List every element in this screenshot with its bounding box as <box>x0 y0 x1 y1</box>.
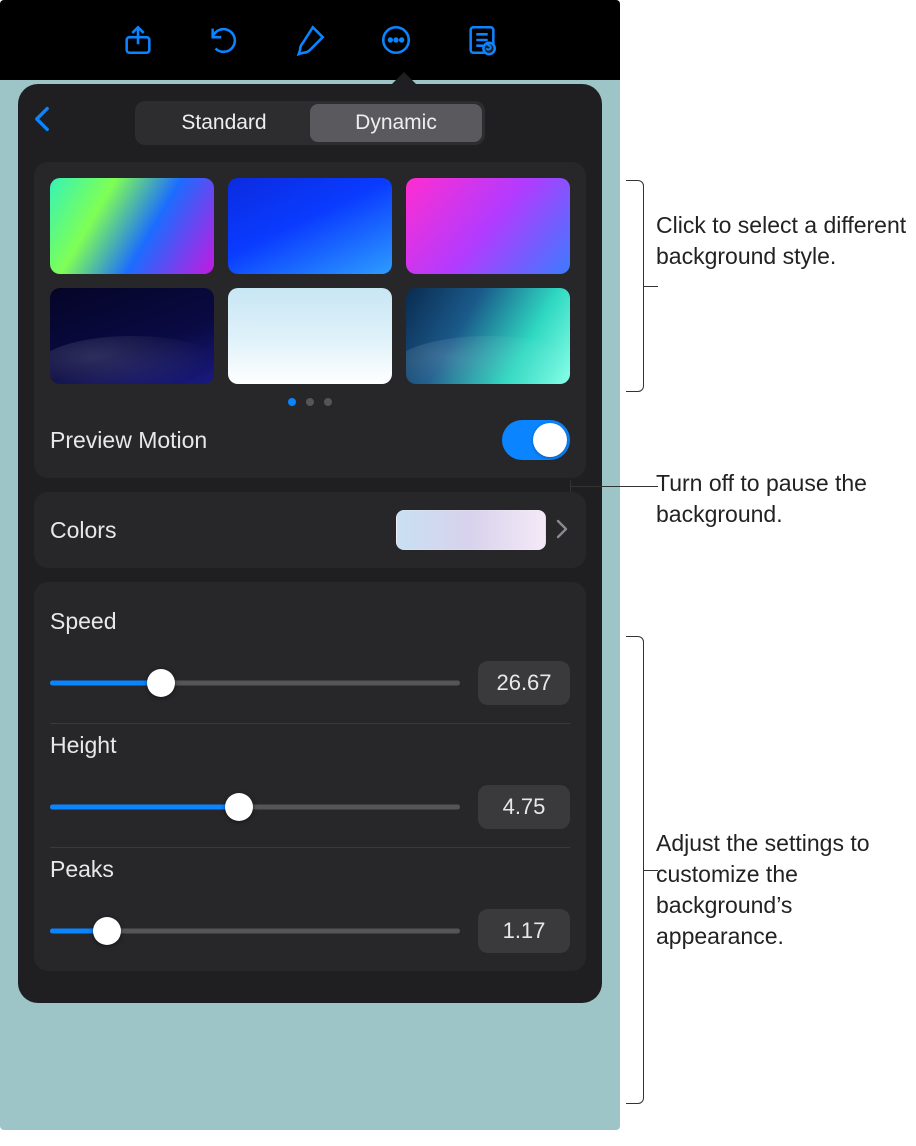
bg-style-thumbnail[interactable] <box>406 178 570 274</box>
colors-swatch[interactable] <box>396 510 546 550</box>
top-toolbar <box>0 0 620 80</box>
slider-thumb[interactable] <box>93 917 121 945</box>
panel-header: Standard Dynamic <box>34 98 586 148</box>
presenter-notes-icon[interactable] <box>465 23 499 57</box>
toggle-knob <box>533 423 567 457</box>
share-icon[interactable] <box>121 23 155 57</box>
height-slider[interactable] <box>50 797 460 817</box>
back-button[interactable] <box>34 106 64 140</box>
speed-value[interactable]: 26.67 <box>478 661 570 705</box>
colors-row[interactable]: Colors <box>50 508 570 552</box>
background-styles-grid <box>50 178 570 384</box>
preview-motion-row: Preview Motion <box>50 418 570 462</box>
preview-motion-label: Preview Motion <box>50 427 207 454</box>
annotation-styles: Click to select a different background s… <box>620 210 916 272</box>
annotation-connector <box>570 480 571 492</box>
page-dot <box>306 398 314 406</box>
slider-thumb[interactable] <box>147 669 175 697</box>
annotation-text: Click to select a different background s… <box>656 210 916 272</box>
bg-style-thumbnail[interactable] <box>406 288 570 384</box>
format-brush-icon[interactable] <box>293 23 327 57</box>
annotation-sliders: Adjust the settings to customize the bac… <box>620 828 916 952</box>
bg-style-thumbnail[interactable] <box>228 288 392 384</box>
height-value[interactable]: 4.75 <box>478 785 570 829</box>
page-dot <box>324 398 332 406</box>
peaks-slider[interactable] <box>50 921 460 941</box>
annotation-text: Turn off to pause the background. <box>656 468 916 530</box>
tab-standard[interactable]: Standard <box>138 104 310 142</box>
undo-icon[interactable] <box>207 23 241 57</box>
slider-thumb[interactable] <box>225 793 253 821</box>
bg-style-thumbnail[interactable] <box>228 178 392 274</box>
background-styles-card: Preview Motion <box>34 162 586 478</box>
annotation-connector <box>644 286 658 287</box>
tab-dynamic[interactable]: Dynamic <box>310 104 482 142</box>
page-indicator[interactable] <box>50 398 570 406</box>
page-dot <box>288 398 296 406</box>
colors-label: Colors <box>50 517 116 544</box>
annotation-layer: Click to select a different background s… <box>620 0 916 1130</box>
appearance-sliders-card: Speed 26.67 Height <box>34 582 586 971</box>
format-panel: Standard Dynamic Preview Motion <box>18 84 602 1003</box>
tab-segmented-control: Standard Dynamic <box>135 101 485 145</box>
chevron-right-icon[interactable] <box>554 515 570 546</box>
height-group: Height 4.75 <box>50 724 570 848</box>
peaks-label: Peaks <box>50 856 570 883</box>
speed-slider[interactable] <box>50 673 460 693</box>
speed-label: Speed <box>50 608 570 635</box>
more-icon[interactable] <box>379 23 413 57</box>
peaks-value[interactable]: 1.17 <box>478 909 570 953</box>
height-label: Height <box>50 732 570 759</box>
annotation-motion: Turn off to pause the background. <box>620 468 916 530</box>
speed-group: Speed 26.67 <box>50 600 570 724</box>
app-window: Standard Dynamic Preview Motion <box>0 0 620 1130</box>
peaks-group: Peaks 1.17 <box>50 848 570 961</box>
colors-card: Colors <box>34 492 586 568</box>
bg-style-thumbnail[interactable] <box>50 288 214 384</box>
bg-style-thumbnail[interactable] <box>50 178 214 274</box>
preview-motion-toggle[interactable] <box>502 420 570 460</box>
annotation-text: Adjust the settings to customize the bac… <box>656 828 916 952</box>
